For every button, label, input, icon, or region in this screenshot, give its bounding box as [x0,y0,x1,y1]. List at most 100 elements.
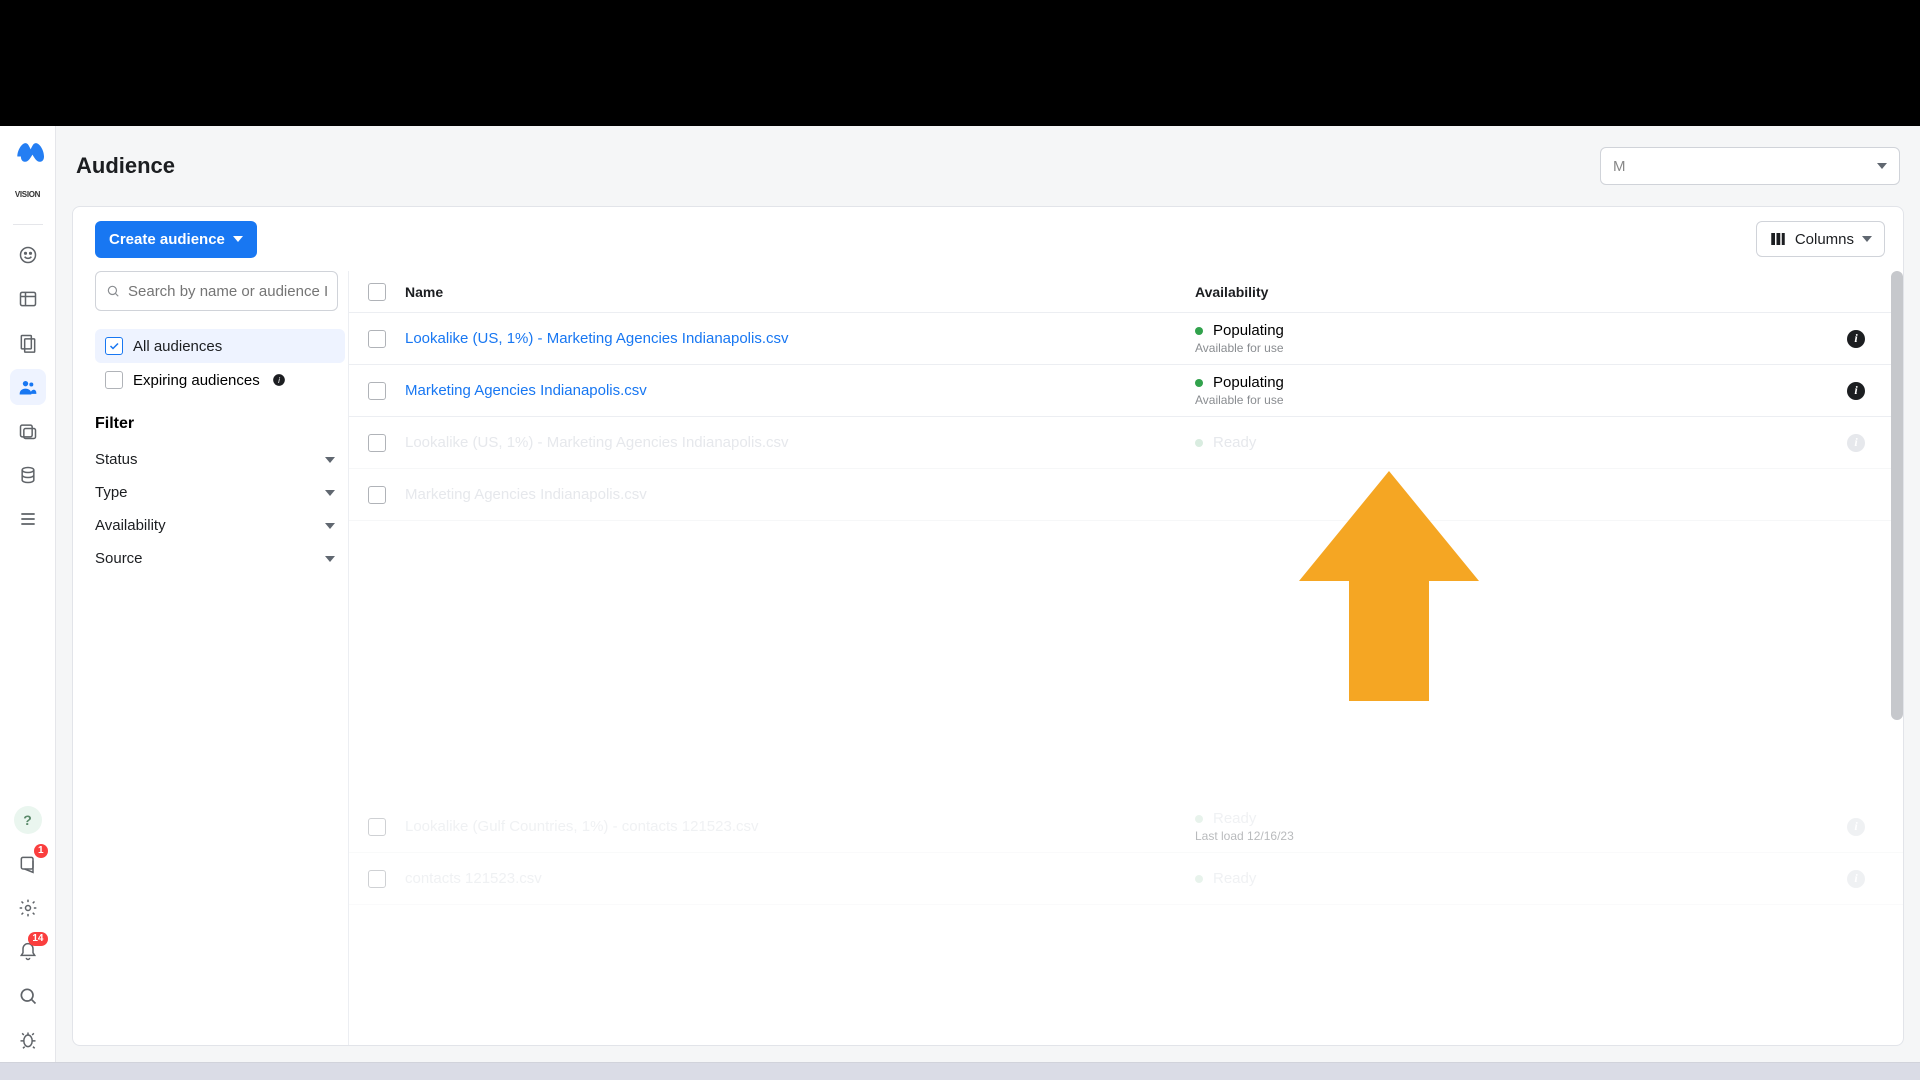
filter-heading: Filter [95,415,338,433]
status-dot-icon [1195,379,1203,387]
nav-audiences-icon[interactable] [10,369,46,405]
columns-button[interactable]: Columns [1756,221,1885,257]
table-row[interactable]: Lookalike (US, 1%) - Marketing Agencies … [349,313,1903,365]
checkbox-unchecked-icon [105,371,123,389]
info-icon[interactable]: i [1847,870,1865,888]
nav-account-quality-icon[interactable]: 1 [10,846,46,882]
table-row[interactable]: Marketing Agencies Indianapolis.csv Popul… [349,365,1903,417]
table-row[interactable]: Lookalike (Gulf Countries, 1%) - contact… [349,801,1903,853]
search-input[interactable] [128,283,327,300]
filter-source[interactable]: Source [95,542,335,575]
chevron-down-icon [325,457,335,463]
table-row[interactable]: Lookalike (US, 1%) - Marketing Agencies … [349,417,1903,469]
columns-label: Columns [1795,231,1854,248]
column-header-availability[interactable]: Availability [1195,284,1847,300]
status-text: Ready [1213,810,1256,827]
nav-notifications-icon[interactable]: 14 [10,934,46,970]
status-text: Ready [1213,434,1256,451]
chevron-down-icon [325,490,335,496]
table-row[interactable]: contacts 121523.csv Ready i [349,853,1903,905]
search-icon [106,283,120,299]
column-header-name[interactable]: Name [405,284,1195,300]
business-brand-chip[interactable]: VISION [10,182,46,206]
filter-availability[interactable]: Availability [95,509,335,542]
vertical-scrollbar[interactable] [1891,271,1903,720]
chevron-down-icon [1862,236,1872,242]
browser-top-black-bar [0,0,1920,126]
audience-set-all[interactable]: All audiences [95,329,345,363]
audience-name-link[interactable]: contacts 121523.csv [405,870,542,887]
status-dot-icon [1195,815,1203,823]
audience-set-expiring[interactable]: Expiring audiences i [95,363,345,397]
chevron-down-icon [325,523,335,529]
status-dot-icon [1195,439,1203,447]
audience-set-all-label: All audiences [133,338,222,355]
info-icon[interactable]: i [1847,382,1865,400]
info-icon: i [272,373,286,387]
table-row[interactable]: Marketing Agencies Indianapolis.csv [349,469,1903,521]
ad-account-dropdown[interactable]: M [1600,147,1900,185]
badge-count: 14 [28,932,47,946]
audience-set-expiring-label: Expiring audiences [133,372,260,389]
filter-type[interactable]: Type [95,476,335,509]
nav-search-icon[interactable] [10,978,46,1014]
filter-label: Type [95,484,128,501]
row-checkbox[interactable] [368,870,386,888]
row-checkbox[interactable] [368,434,386,452]
left-filter-column: All audiences Expiring audiences i Filte… [73,271,348,1045]
row-checkbox[interactable] [368,382,386,400]
audience-name-link[interactable]: Lookalike (Gulf Countries, 1%) - contact… [405,818,759,835]
filter-label: Availability [95,517,166,534]
filter-label: Source [95,550,143,567]
chevron-down-icon [1877,163,1887,169]
panel-toolbar: Create audience Columns [73,207,1903,271]
row-checkbox[interactable] [368,818,386,836]
status-text: Populating [1213,374,1284,391]
main-panel: Create audience Columns [72,206,1904,1046]
chevron-down-icon [325,556,335,562]
info-icon[interactable]: i [1847,818,1865,836]
status-subtext: Last load 12/16/23 [1195,829,1847,843]
columns-icon [1769,230,1787,248]
audience-name-link[interactable]: Lookalike (US, 1%) - Marketing Agencies … [405,434,789,451]
page-title: Audience [76,153,175,179]
left-navigation-rail: VISION ? 1 [0,126,56,1062]
nav-all-tools-icon[interactable] [10,501,46,537]
search-container[interactable] [95,271,338,311]
status-dot-icon [1195,327,1203,335]
bottom-bar [0,1062,1920,1080]
create-audience-button[interactable]: Create audience [95,221,257,258]
create-audience-label: Create audience [109,231,225,248]
svg-text:i: i [278,376,280,385]
info-icon[interactable]: i [1847,330,1865,348]
ad-account-dropdown-text: M [1613,158,1626,175]
audience-name-link[interactable]: Marketing Agencies Indianapolis.csv [405,486,647,503]
status-subtext: Available for use [1195,341,1847,355]
filter-label: Status [95,451,138,468]
nav-overview-icon[interactable] [10,237,46,273]
table-header-row: Name Availability [349,271,1903,313]
nav-campaigns-icon[interactable] [10,281,46,317]
page-header: Audience M [56,126,1920,206]
select-all-checkbox[interactable] [368,283,386,301]
nav-settings-icon[interactable] [10,890,46,926]
filter-status[interactable]: Status [95,443,335,476]
audience-name-link[interactable]: Marketing Agencies Indianapolis.csv [405,382,647,399]
row-checkbox[interactable] [368,486,386,504]
chevron-down-icon [233,236,243,242]
nav-events-icon[interactable] [10,457,46,493]
row-checkbox[interactable] [368,330,386,348]
status-text: Populating [1213,322,1284,339]
nav-ads-reporting-icon[interactable] [10,325,46,361]
status-text: Ready [1213,870,1256,887]
checkbox-checked-icon [105,337,123,355]
status-subtext: Available for use [1195,393,1847,407]
badge-count: 1 [34,844,48,858]
help-chip-icon[interactable]: ? [14,806,42,834]
info-icon[interactable]: i [1847,434,1865,452]
audience-name-link[interactable]: Lookalike (US, 1%) - Marketing Agencies … [405,330,789,347]
nav-billing-icon[interactable] [10,413,46,449]
nav-bug-report-icon[interactable] [10,1022,46,1058]
audiences-table: Name Availability Lookalike (US, 1%) - M… [348,271,1903,1045]
meta-logo-icon[interactable] [12,136,44,168]
